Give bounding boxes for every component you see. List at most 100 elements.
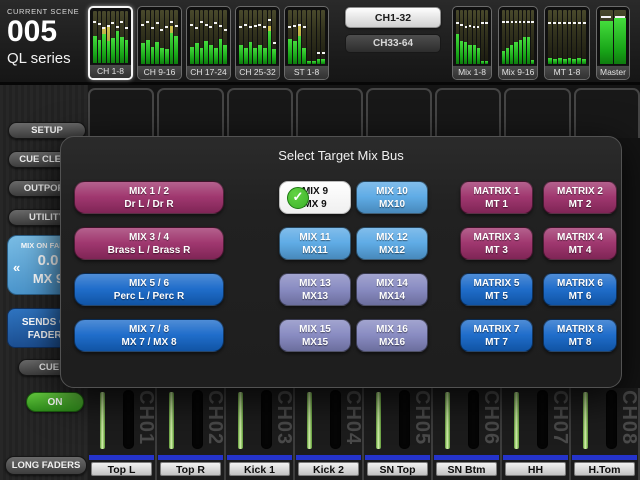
meter-bar — [456, 10, 459, 64]
meter-bar — [146, 10, 150, 64]
meter-peak-dash — [125, 27, 128, 29]
meter-green-segment — [249, 42, 253, 64]
fader-track[interactable] — [307, 392, 312, 449]
meter-peak-dash — [288, 26, 291, 28]
channel-name-label[interactable]: Kick 2 — [298, 462, 359, 476]
fader-slot[interactable] — [192, 390, 203, 449]
meter-block-mt-1-8[interactable]: MT 1-8 — [544, 6, 590, 80]
channel-id-label: CH03 — [272, 390, 295, 454]
meter-green-segment — [506, 48, 509, 64]
meter-bars — [236, 7, 279, 65]
on-button[interactable]: ON — [26, 392, 84, 412]
mix-bus-button-matrix-5[interactable]: MATRIX 5MT 5 — [460, 273, 533, 306]
channel-name-label[interactable]: Top L — [91, 462, 152, 476]
meter-peak-dash — [120, 21, 123, 23]
channel-name-label[interactable]: HH — [505, 462, 566, 476]
fader-slot[interactable] — [123, 390, 134, 449]
channel-name-label[interactable]: Kick 1 — [229, 462, 290, 476]
fader-slot[interactable] — [468, 390, 479, 449]
fader-slot[interactable] — [606, 390, 617, 449]
mix-bus-button-mix-1-2[interactable]: MIX 1 / 2Dr L / Dr R — [74, 181, 224, 214]
channel-name-label[interactable]: SN Top — [367, 462, 428, 476]
meter-peak-dash — [165, 26, 168, 28]
mix-bus-button-mix-3-4[interactable]: MIX 3 / 4Brass L / Brass R — [74, 227, 224, 260]
channel-name-label[interactable]: H.Tom — [574, 462, 635, 476]
meter-bar — [531, 10, 534, 64]
mix-bus-button-matrix-8[interactable]: MATRIX 8MT 8 — [543, 319, 617, 352]
channel-strips-top-background — [88, 88, 640, 138]
mix-bus-button-matrix-7[interactable]: MATRIX 7MT 7 — [460, 319, 533, 352]
mix-bus-button-line: MATRIX 6 — [557, 277, 603, 290]
mix-bus-button-mix-5-6[interactable]: MIX 5 / 6Perc L / Perc R — [74, 273, 224, 306]
meter-block-st-1-8[interactable]: ST 1-8 — [284, 6, 329, 80]
meter-block-mix-1-8[interactable]: Mix 1-8 — [452, 6, 492, 80]
mix-bus-button-mix-9[interactable]: MIX 9MX 9✓ — [279, 181, 351, 214]
fader-slot[interactable] — [261, 390, 272, 449]
fader-track[interactable] — [100, 392, 105, 449]
meter-bars — [545, 7, 589, 65]
meter-bar — [563, 10, 567, 64]
meter-block-ch-17-24[interactable]: CH 17-24 — [186, 6, 231, 80]
meter-peak-dash — [456, 22, 459, 24]
meter-green-segment — [160, 48, 164, 64]
meter-green-segment — [600, 21, 613, 64]
mix-bus-button-line: MT 8 — [569, 336, 592, 349]
fader-slot[interactable] — [399, 390, 410, 449]
meter-block-mix-9-16[interactable]: Mix 9-16 — [498, 6, 538, 80]
fader-slot[interactable] — [330, 390, 341, 449]
fader-track[interactable] — [514, 392, 519, 449]
mix-bus-button-mix-13[interactable]: MIX 13MX13 — [279, 273, 351, 306]
meter-peak-dash — [175, 25, 178, 27]
meter-peak-dash — [141, 24, 144, 26]
fader-track[interactable] — [376, 392, 381, 449]
meter-peak-dash — [205, 24, 208, 26]
meter-block-ch-25-32[interactable]: CH 25-32 — [235, 6, 280, 80]
collapse-chevron-icon[interactable]: « — [13, 260, 20, 275]
mix-bus-button-matrix-4[interactable]: MATRIX 4MT 4 — [543, 227, 617, 260]
channel-color-bar — [572, 455, 637, 460]
mix-bus-button-line: MT 5 — [485, 290, 508, 303]
meter-block-ch-9-16[interactable]: CH 9-16 — [137, 6, 182, 80]
long-faders-button[interactable]: LONG FADERS — [5, 456, 87, 475]
mix-bus-button-matrix-6[interactable]: MATRIX 6MT 6 — [543, 273, 617, 306]
mix-bus-button-mix-15[interactable]: MIX 15MX15 — [279, 319, 351, 352]
meter-bar — [519, 10, 522, 64]
meter-block-label: Master — [597, 65, 629, 79]
fader-slot[interactable] — [537, 390, 548, 449]
meter-peak-dash — [214, 22, 217, 24]
ql-stagemix-app: CURRENT SCENE 005 QL series CH 1-8CH 9-1… — [0, 0, 640, 480]
mix-bus-button-matrix-3[interactable]: MATRIX 3MT 3 — [460, 227, 533, 260]
meter-green-segment — [456, 34, 459, 64]
fader-track[interactable] — [445, 392, 450, 449]
meter-peak-dash — [151, 27, 154, 29]
meter-block-master[interactable]: Master — [596, 6, 630, 80]
fader-track[interactable] — [583, 392, 588, 449]
meter-bar — [317, 10, 321, 64]
mix-bus-button-line: MATRIX 1 — [474, 185, 520, 198]
meter-green-segment — [102, 34, 106, 63]
selected-check-icon: ✓ — [287, 187, 309, 209]
meter-peak-dash — [244, 24, 247, 26]
mix-bus-button-mix-11[interactable]: MIX 11MX11 — [279, 227, 351, 260]
mix-bus-button-mix-12[interactable]: MIX 12MX12 — [356, 227, 428, 260]
mix-bus-button-matrix-1[interactable]: MATRIX 1MT 1 — [460, 181, 533, 214]
channel-name-label[interactable]: SN Btm — [436, 462, 497, 476]
mix-bus-button-matrix-2[interactable]: MATRIX 2MT 2 — [543, 181, 617, 214]
meter-green-segment — [473, 45, 476, 64]
mix-bus-button-mix-7-8[interactable]: MIX 7 / 8MX 7 / MX 8 — [74, 319, 224, 352]
channel-name-label[interactable]: Top R — [160, 462, 221, 476]
mix-bus-button-mix-14[interactable]: MIX 14MX14 — [356, 273, 428, 306]
meter-green-segment — [268, 31, 272, 64]
channel-color-bar — [227, 455, 292, 460]
meter-green-segment — [563, 59, 567, 64]
channel-strip-top — [88, 88, 154, 138]
meter-green-segment — [190, 47, 194, 64]
view-button-ch1-32[interactable]: CH1-32 — [345, 7, 441, 28]
mix-bus-button-mix-16[interactable]: MIX 16MX16 — [356, 319, 428, 352]
fader-track[interactable] — [169, 392, 174, 449]
view-button-ch33-64[interactable]: CH33-64 — [345, 34, 441, 53]
meter-block-ch-1-8[interactable]: CH 1-8 — [88, 6, 133, 80]
mix-bus-button-mix-10[interactable]: MIX 10MX10 — [356, 181, 428, 214]
meter-peak-dash — [515, 21, 518, 23]
fader-track[interactable] — [238, 392, 243, 449]
